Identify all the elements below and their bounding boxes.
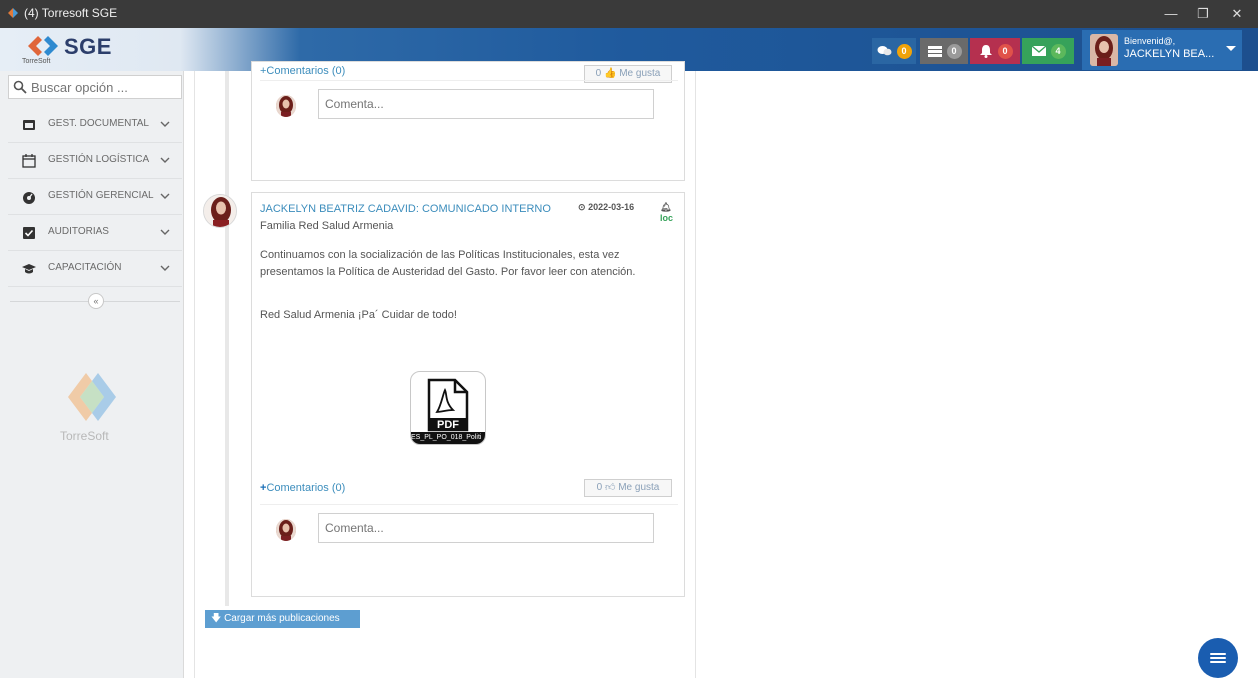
restore-button[interactable]: ❐ <box>1188 4 1218 24</box>
chats-count-badge: 0 <box>896 43 912 59</box>
sidebar-item-capacitacion[interactable]: CAPACITACIÓN <box>8 251 182 287</box>
alerts-count-badge: 0 <box>997 43 1013 59</box>
post-card: JACKELYN BEATRIZ CADAVID: COMUNICADO INT… <box>251 192 685 597</box>
post-location: 🔔︎ loc <box>660 202 684 223</box>
post-author-avatar <box>203 194 237 228</box>
pdf-file-icon: PDF <box>427 378 469 432</box>
post-body: Continuamos con la socialización de las … <box>260 249 636 278</box>
bell-icon <box>978 43 994 59</box>
news-feed: +Comentarios (0) 0 👍 Me gusta JACKELYN B… <box>194 61 696 678</box>
commenter-avatar <box>276 519 296 541</box>
comments-label: Comentarios (0) <box>266 482 346 494</box>
chevron-down-icon <box>160 229 170 235</box>
post-date: ⊙ 2022-03-16 <box>578 202 634 213</box>
sidebar-item-gestion-gerencial[interactable]: GESTIÓN GERENCIAL <box>8 179 182 215</box>
sidebar-item-label: GESTIÓN LOGÍSTICA <box>48 154 150 165</box>
like-button[interactable]: 0 👍︎ Me gusta <box>584 479 672 497</box>
collapse-sidebar-button[interactable]: « <box>88 293 104 309</box>
like-count: 0 <box>596 482 603 493</box>
gauge-icon <box>23 192 35 204</box>
chevron-down-icon <box>1226 46 1236 51</box>
comment-row <box>260 504 678 566</box>
sidebar-menu: GEST. DOCUMENTAL GESTIÓN LOGÍSTICA GESTI… <box>8 107 182 287</box>
sidebar-item-gestion-logistica[interactable]: GESTIÓN LOGÍSTICA <box>8 143 182 179</box>
attachment-filename: ES_PL_PO_018_Politi <box>411 432 485 444</box>
window-titlebar: (4) Torresoft SGE — ❐ ✕ <box>0 0 1258 28</box>
user-name: JACKELYN BEA... <box>1124 48 1215 60</box>
sidebar-item-label: GESTIÓN GERENCIAL <box>48 190 154 201</box>
sidebar-item-label: CAPACITACIÓN <box>48 262 122 273</box>
comment-input[interactable] <box>318 513 654 543</box>
arrow-down-icon: 🡇 <box>211 613 222 624</box>
app-name: SGE <box>64 34 112 59</box>
sidebar: GEST. DOCUMENTAL GESTIÓN LOGÍSTICA GESTI… <box>0 71 184 678</box>
envelope-icon <box>1031 43 1047 59</box>
load-more-label: Cargar más publicaciones <box>224 613 340 624</box>
sidebar-item-label: GEST. DOCUMENTAL <box>48 118 149 129</box>
search-icon <box>13 80 27 94</box>
chevron-down-icon <box>160 193 170 199</box>
tasks-button[interactable]: 0 <box>920 38 968 64</box>
post-signature: Red Salud Armenia ¡Pa´ Cuidar de todo! <box>260 309 457 321</box>
post-location-text: loc <box>660 213 674 223</box>
post-date-text: 2022-03-16 <box>588 202 635 212</box>
bell-icon: 🔔︎ <box>660 202 672 212</box>
sidebar-item-gest-documental[interactable]: GEST. DOCUMENTAL <box>8 107 182 143</box>
chevron-down-icon <box>160 121 170 127</box>
checkbox-icon <box>23 227 35 239</box>
document-icon <box>23 120 35 130</box>
sidebar-item-label: AUDITORIAS <box>48 226 109 237</box>
commenter-avatar <box>276 95 296 117</box>
close-button[interactable]: ✕ <box>1222 4 1252 24</box>
comment-input[interactable] <box>318 89 654 119</box>
chevron-down-icon <box>160 157 170 163</box>
company-name-small: TorreSoft <box>22 58 51 65</box>
hamburger-icon <box>1210 651 1226 665</box>
floating-menu-button[interactable] <box>1198 638 1238 678</box>
user-avatar <box>1090 34 1118 66</box>
post-title[interactable]: JACKELYN BEATRIZ CADAVID: COMUNICADO INT… <box>260 203 551 215</box>
post-card-previous: +Comentarios (0) 0 👍 Me gusta <box>251 61 685 181</box>
pdf-attachment[interactable]: PDF ES_PL_PO_018_Politi <box>410 371 486 445</box>
graduation-cap-icon <box>22 264 36 274</box>
sidebar-search[interactable] <box>8 75 182 99</box>
svg-text:PDF: PDF <box>437 419 459 431</box>
post-group: Familia Red Salud Armenia <box>260 220 394 232</box>
minimize-button[interactable]: — <box>1156 4 1186 24</box>
search-input[interactable] <box>31 78 176 96</box>
like-label: Me gusta <box>618 482 660 493</box>
app-icon <box>8 8 18 18</box>
tasks-count-badge: 0 <box>946 43 962 59</box>
user-greeting: Bienvenid@, <box>1124 36 1176 46</box>
comment-row <box>260 80 678 142</box>
sidebar-logo-text: TorreSoft <box>60 429 109 443</box>
brand-logo[interactable]: SGE TorreSoft <box>12 30 182 70</box>
comments-toggle-link[interactable]: +Comentarios (0) <box>260 482 345 494</box>
messages-button[interactable]: 4 <box>1022 38 1074 64</box>
torresoft-logo-icon <box>28 36 58 56</box>
messages-count-badge: 4 <box>1050 43 1066 59</box>
user-menu[interactable]: Bienvenid@, JACKELYN BEA... <box>1082 30 1242 70</box>
chats-button[interactable]: 0 <box>872 38 916 64</box>
chevron-down-icon <box>160 265 170 271</box>
list-icon <box>927 43 943 59</box>
window-title: (4) Torresoft SGE <box>24 6 118 20</box>
alerts-button[interactable]: 0 <box>970 38 1020 64</box>
timeline-line <box>225 71 229 606</box>
sidebar-item-auditorias[interactable]: AUDITORIAS <box>8 215 182 251</box>
clock-icon: ⊙ <box>578 202 586 212</box>
comments-toggle-link[interactable]: +Comentarios (0) <box>260 65 345 77</box>
calendar-icon <box>22 154 36 168</box>
thumbs-up-icon: 👍︎ <box>604 482 616 493</box>
load-more-button[interactable]: 🡇 Cargar más publicaciones <box>205 610 360 628</box>
chat-bubbles-icon <box>877 43 893 59</box>
torresoft-logo-icon <box>68 373 116 421</box>
